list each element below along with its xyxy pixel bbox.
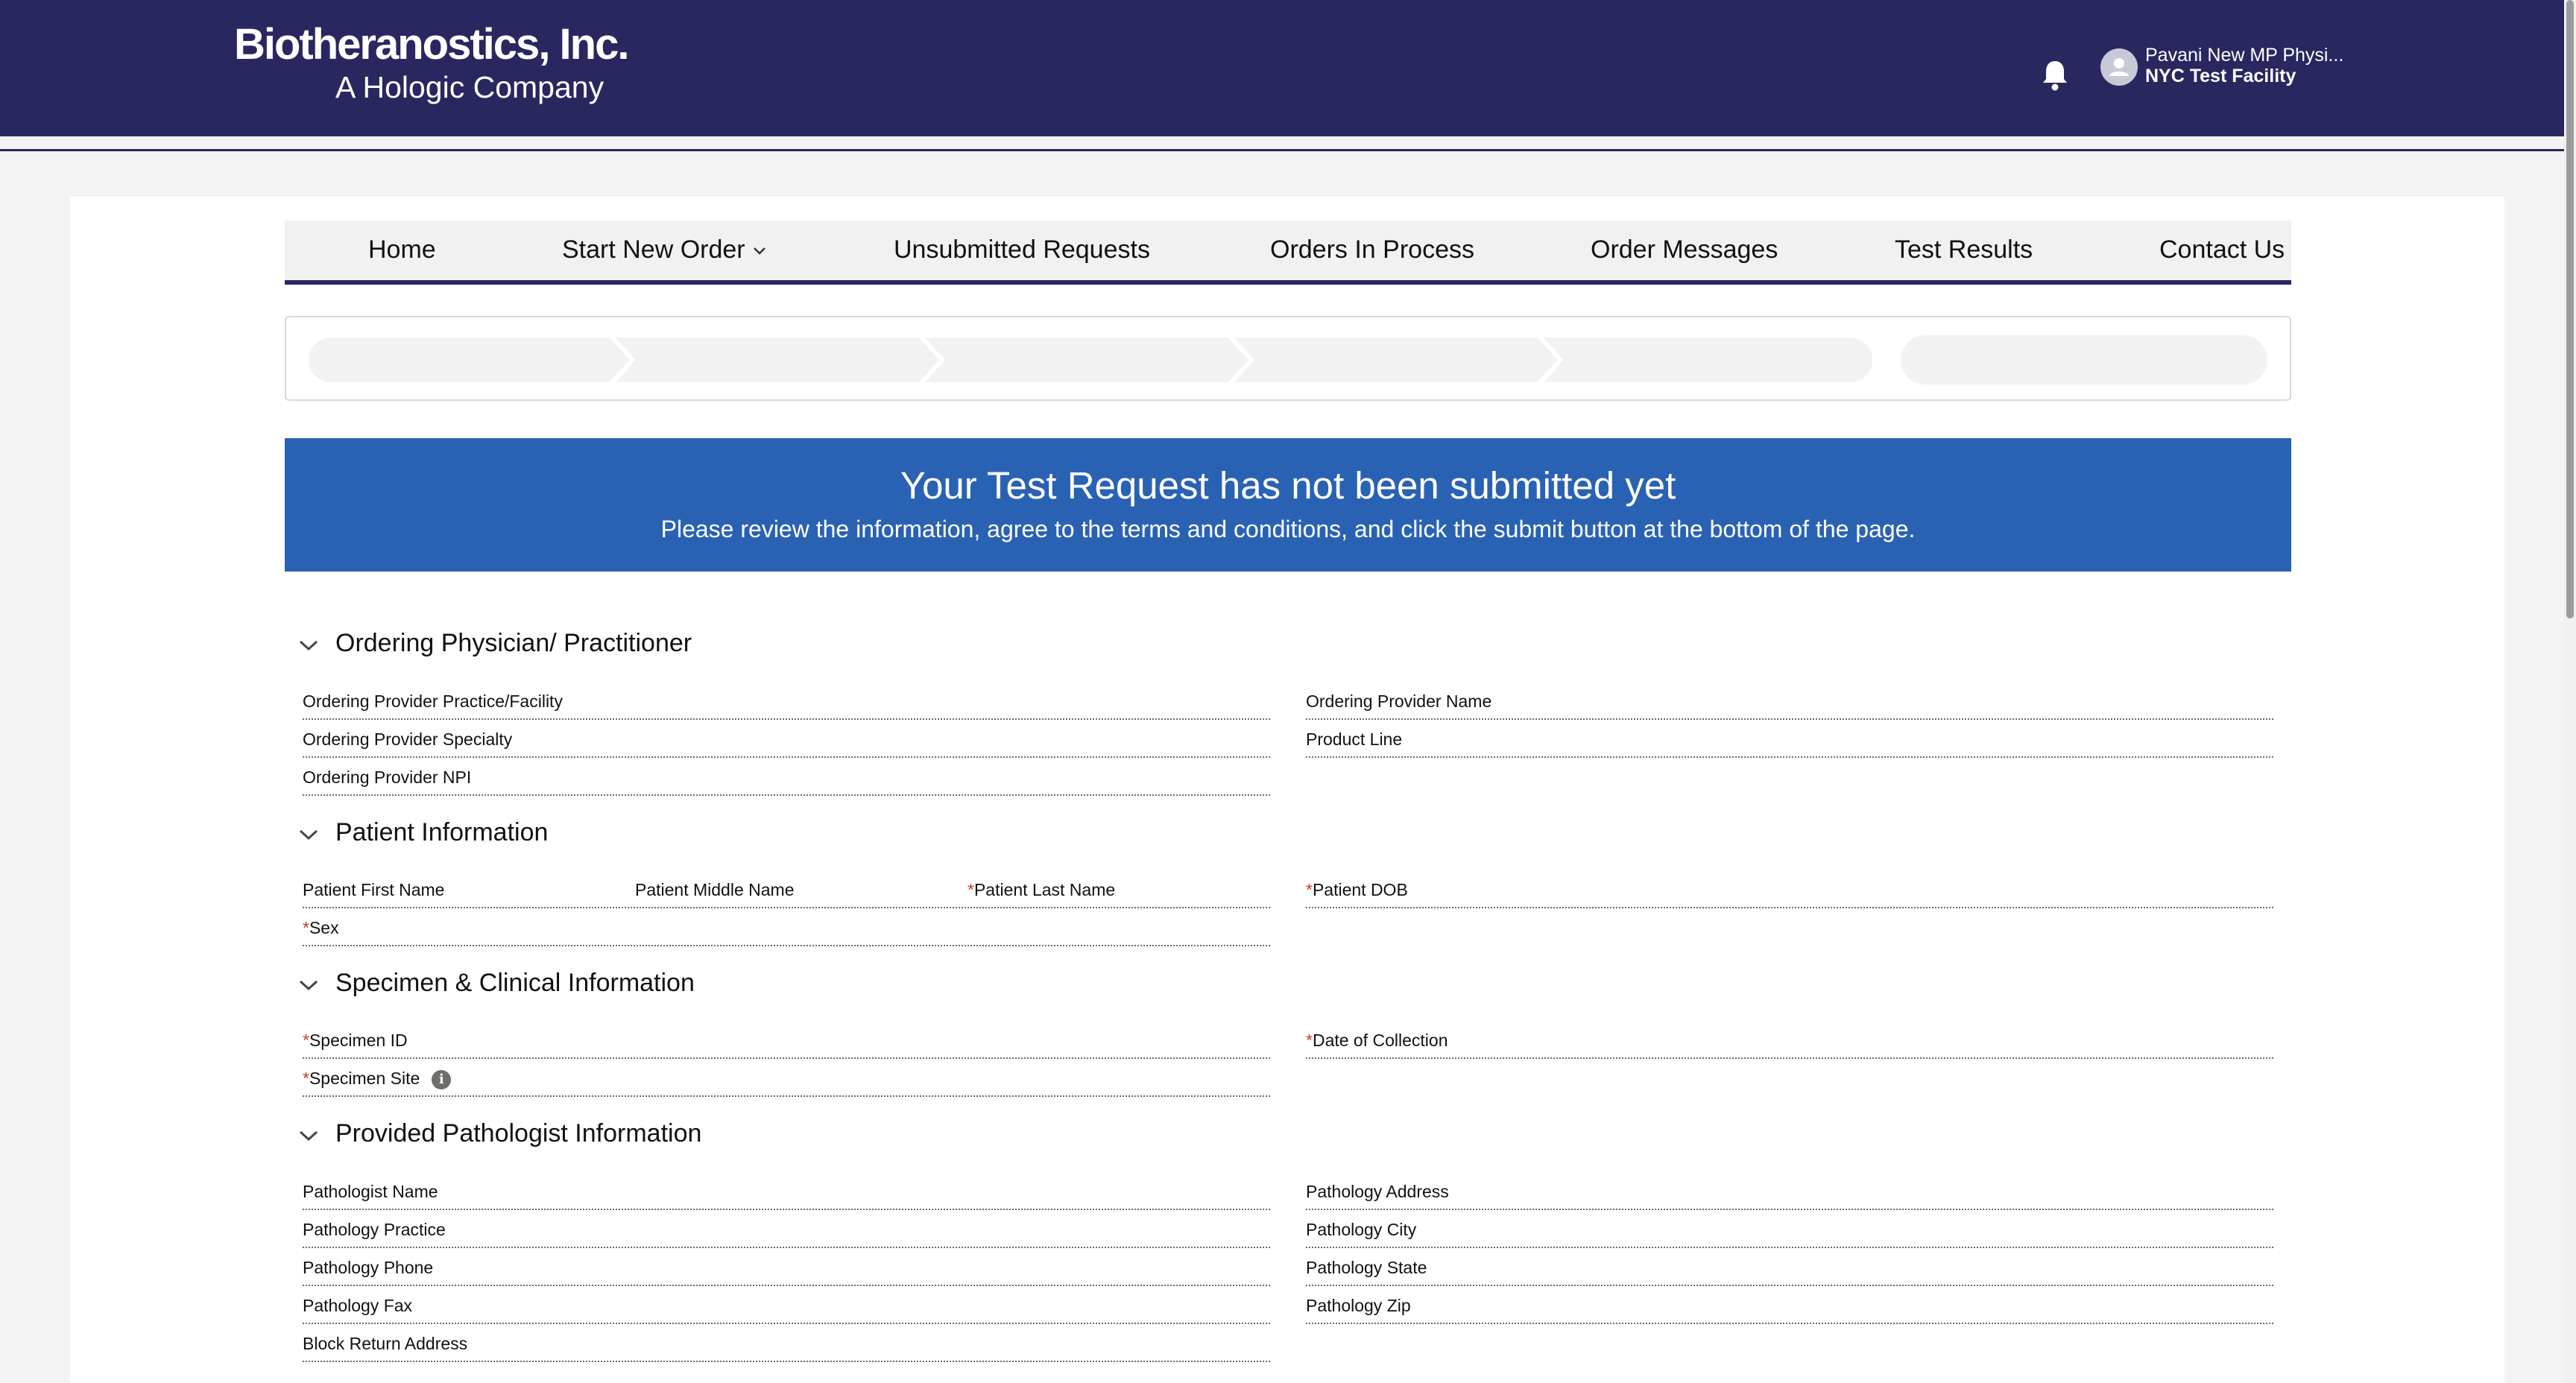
field-specimen-id[interactable]: *Specimen ID [303, 1031, 1270, 1059]
field-label-text: Patient DOB [1312, 880, 1408, 899]
user-avatar-icon[interactable] [2100, 48, 2138, 86]
user-name[interactable]: Pavani New MP Physi... [2145, 45, 2343, 66]
chevron-down-icon [299, 829, 318, 841]
nav-item-label: Start New Order [562, 235, 745, 264]
field-label: Pathologist Name [303, 1182, 438, 1201]
field-pathology-fax[interactable]: Pathology Fax [303, 1296, 1270, 1324]
field-label: Pathology State [1306, 1258, 1427, 1277]
path-action-pill [1901, 335, 2267, 384]
field-ordering-provider-specialty[interactable]: Ordering Provider Specialty [303, 730, 1270, 758]
field-label: Pathology City [1306, 1220, 1417, 1239]
info-icon[interactable]: i [432, 1069, 452, 1089]
company-logo-name[interactable]: Biotheranostics, Inc. [234, 19, 629, 69]
progress-path-graphic [304, 333, 2267, 387]
field-label: *Patient Last Name [967, 880, 1115, 900]
nav-item-start-new-order[interactable]: Start New Order [562, 235, 766, 265]
field-patient-first-name[interactable]: Patient First Name [303, 880, 635, 908]
path-step-4 [1224, 333, 1565, 387]
field-patient-last-name[interactable]: *Patient Last Name [967, 880, 1270, 908]
field-label-text: Specimen Site [309, 1069, 420, 1088]
field-label-text: Patient Last Name [973, 880, 1116, 899]
required-marker: * [303, 1031, 309, 1050]
patient-name-row-divider [303, 905, 1270, 908]
section-title: Ordering Physician/ Practitioner [335, 629, 692, 657]
chevron-down-icon [753, 247, 765, 255]
section-title: Patient Information [335, 818, 549, 846]
section-title: Provided Pathologist Information [335, 1119, 702, 1148]
field-label: Product Line [1306, 730, 1403, 749]
field-patient-middle-name[interactable]: Patient Middle Name [635, 880, 967, 908]
field-label: Ordering Provider NPI [303, 768, 472, 787]
company-logo-tagline: A Hologic Company [335, 70, 604, 104]
order-progress-path [285, 316, 2291, 401]
field-label: Pathology Fax [303, 1296, 413, 1315]
path-step-1 [304, 333, 637, 387]
required-marker: * [1306, 1031, 1313, 1050]
field-label: *Date of Collection [1306, 1031, 1448, 1051]
field-label: Pathology Practice [303, 1220, 446, 1239]
field-label: *Sex [303, 918, 339, 938]
required-marker: * [967, 880, 974, 899]
required-marker: * [303, 918, 309, 937]
field-label: Ordering Provider Specialty [303, 730, 513, 749]
section-title: Specimen & Clinical Information [335, 969, 695, 997]
field-pathology-city[interactable]: Pathology City [1306, 1220, 2273, 1248]
page-scrollbar[interactable] [2564, 0, 2576, 1383]
field-label-text: Specimen ID [309, 1031, 408, 1050]
field-product-line[interactable]: Product Line [1306, 730, 2273, 758]
header-divider [0, 149, 2564, 151]
user-facility: NYC Test Facility [2145, 66, 2296, 86]
chevron-down-icon [299, 980, 318, 991]
banner-title: Your Test Request has not been submitted… [900, 464, 1676, 507]
field-sex[interactable]: *Sex [303, 918, 1270, 946]
nav-item-test-results[interactable]: Test Results [1895, 235, 2033, 265]
required-marker: * [1306, 880, 1313, 899]
field-pathology-phone[interactable]: Pathology Phone [303, 1258, 1270, 1286]
field-label: Ordering Provider Name [1306, 692, 1492, 711]
field-label: Patient First Name [303, 880, 445, 899]
field-pathology-zip[interactable]: Pathology Zip [1306, 1296, 2273, 1324]
nav-item-home[interactable]: Home [368, 235, 436, 265]
field-date-of-collection[interactable]: *Date of Collection [1306, 1031, 2273, 1059]
field-label: Pathology Phone [303, 1258, 434, 1277]
main-nav: Home Start New Order Unsubmitted Request… [285, 221, 2291, 285]
field-pathology-practice[interactable]: Pathology Practice [303, 1220, 1270, 1248]
field-label: *Specimen ID [303, 1031, 408, 1051]
chevron-down-icon [299, 640, 318, 651]
field-label: Block Return Address [303, 1334, 468, 1353]
field-ordering-provider-practice[interactable]: Ordering Provider Practice/Facility [303, 692, 1270, 720]
field-label: *Specimen Site i [303, 1069, 452, 1089]
field-pathology-address[interactable]: Pathology Address [1306, 1182, 2273, 1210]
nav-item-unsubmitted-requests[interactable]: Unsubmitted Requests [894, 235, 1150, 265]
path-step-2 [605, 333, 946, 387]
field-block-return-address[interactable]: Block Return Address [303, 1334, 1270, 1362]
field-ordering-provider-npi[interactable]: Ordering Provider NPI [303, 768, 1270, 796]
field-label-text: Date of Collection [1312, 1031, 1448, 1050]
field-label-text: Sex [309, 918, 339, 937]
path-step-3 [915, 333, 1255, 387]
field-label: Pathology Address [1306, 1182, 1449, 1201]
field-label: Pathology Zip [1306, 1296, 1411, 1315]
field-patient-dob[interactable]: *Patient DOB [1306, 880, 2273, 908]
nav-item-order-messages[interactable]: Order Messages [1591, 235, 1778, 265]
bell-icon[interactable] [2041, 58, 2069, 91]
scrollbar-thumb[interactable] [2566, 0, 2574, 618]
nav-item-contact-us[interactable]: Contact Us [2159, 235, 2285, 265]
submission-status-banner: Your Test Request has not been submitted… [285, 438, 2291, 572]
field-pathology-state[interactable]: Pathology State [1306, 1258, 2273, 1286]
field-label: Ordering Provider Practice/Facility [303, 692, 563, 711]
app-header: Biotheranostics, Inc. A Hologic Company … [0, 0, 2576, 136]
path-step-5 [1533, 333, 1877, 387]
field-label: *Patient DOB [1306, 880, 1408, 900]
banner-subtitle: Please review the information, agree to … [660, 516, 1916, 542]
field-specimen-site[interactable]: *Specimen Site i [303, 1069, 1270, 1097]
chevron-down-icon [299, 1130, 318, 1142]
field-ordering-provider-name[interactable]: Ordering Provider Name [1306, 692, 2273, 720]
nav-item-orders-in-process[interactable]: Orders In Process [1270, 235, 1474, 265]
field-pathologist-name[interactable]: Pathologist Name [303, 1182, 1270, 1210]
field-label: Patient Middle Name [635, 880, 795, 899]
required-marker: * [303, 1069, 309, 1088]
